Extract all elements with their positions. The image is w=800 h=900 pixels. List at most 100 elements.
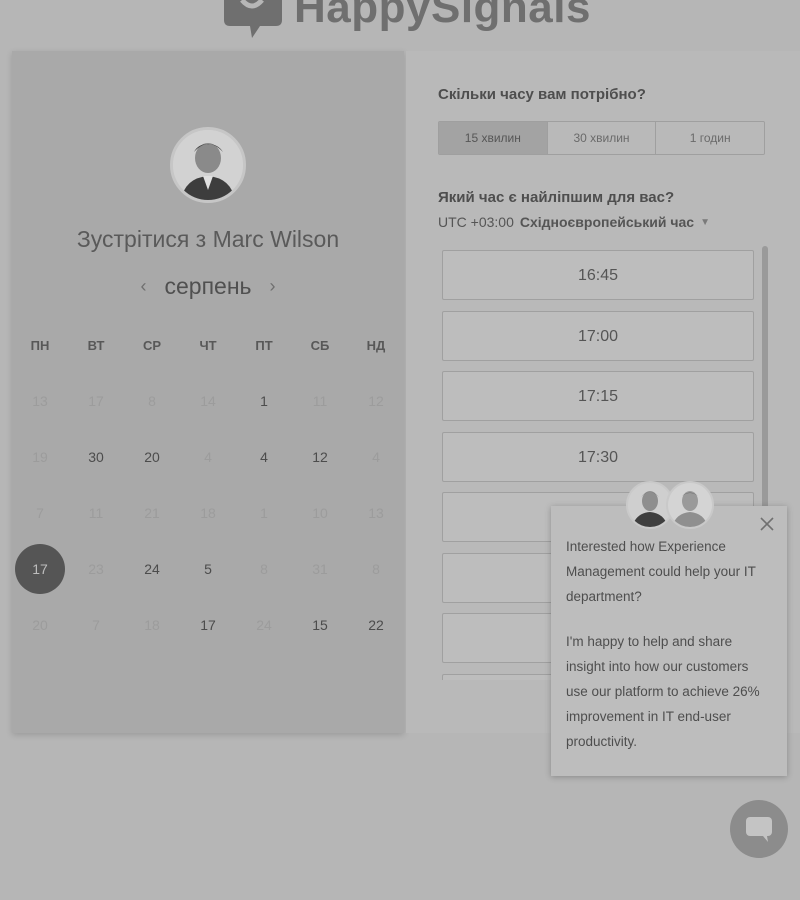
calendar-day-number: 23 bbox=[88, 561, 104, 577]
calendar-day-number: 24 bbox=[256, 617, 272, 633]
calendar-day: 1 bbox=[236, 488, 292, 538]
time-slot[interactable]: 17:00 bbox=[442, 310, 754, 361]
calendar-day: 8 bbox=[348, 544, 404, 594]
calendar-day-number: 7 bbox=[92, 617, 100, 633]
duration-question: Скільки часу вам потрібно? bbox=[438, 86, 646, 103]
calendar-day-number: 12 bbox=[312, 449, 328, 465]
chat-message-2: I'm happy to help and share insight into… bbox=[566, 634, 760, 749]
calendar-day: 23 bbox=[68, 544, 124, 594]
chat-popup: Interested how Experience Management cou… bbox=[551, 506, 787, 776]
speech-bubble-heart-icon bbox=[220, 0, 284, 38]
calendar-day-number: 14 bbox=[200, 393, 216, 409]
time-slot[interactable]: 17:15 bbox=[442, 371, 754, 421]
calendar-day-number: 17 bbox=[88, 393, 104, 409]
duration-option-30[interactable]: 30 хвилин bbox=[547, 122, 657, 154]
calendar-day-number: 17 bbox=[200, 617, 216, 633]
chat-message-1: Interested how Experience Management cou… bbox=[566, 539, 756, 604]
calendar-day: 18 bbox=[124, 600, 180, 650]
calendar-day-selected[interactable]: 17 bbox=[12, 544, 68, 594]
calendar-day-number: 7 bbox=[36, 505, 44, 521]
weekday-label: СР bbox=[142, 338, 162, 353]
time-slot[interactable]: 16:45 bbox=[442, 250, 754, 300]
timezone-selector[interactable]: UTC +03:00 Східноєвропейський час ▼ bbox=[438, 214, 710, 230]
calendar-grid: ПН ВТ СР ЧТ ПТ СБ НД 13 17 8 14 1 11 12 19 30 20 4… bbox=[12, 331, 404, 653]
weekday-label: ЧТ bbox=[199, 338, 217, 353]
calendar-day: 8 bbox=[236, 544, 292, 594]
calendar-day: 7 bbox=[68, 600, 124, 650]
calendar-day: 13 bbox=[348, 488, 404, 538]
calendar-day-number: 20 bbox=[144, 449, 160, 465]
weekday-label: ВТ bbox=[87, 338, 105, 353]
calendar-day-number: 10 bbox=[312, 505, 328, 521]
duration-option-60[interactable]: 1 годин bbox=[656, 122, 764, 154]
calendar-day-number: 12 bbox=[368, 393, 384, 409]
calendar-day: 12 bbox=[348, 376, 404, 426]
calendar-day-number: 1 bbox=[260, 505, 268, 521]
calendar-day[interactable]: 1 bbox=[236, 376, 292, 426]
calendar-week-row: 7 11 21 18 1 10 13 bbox=[12, 485, 404, 541]
host-name: Marc Wilson bbox=[212, 226, 340, 252]
calendar-panel: Зустрітися з Marc Wilson ‹ серпень › ПН … bbox=[12, 51, 404, 733]
calendar-day-number: 8 bbox=[372, 561, 380, 577]
calendar-day-number: 21 bbox=[144, 505, 160, 521]
calendar-day: 4 bbox=[348, 432, 404, 482]
calendar-day: 20 bbox=[12, 600, 68, 650]
calendar-day[interactable]: 24 bbox=[124, 544, 180, 594]
duration-selector: 15 хвилин 30 хвилин 1 годин bbox=[438, 121, 765, 155]
calendar-day-number: 11 bbox=[312, 393, 328, 409]
calendar-day[interactable]: 20 bbox=[124, 432, 180, 482]
chat-bubble-icon bbox=[746, 817, 772, 842]
calendar-week-row: 13 17 8 14 1 11 12 bbox=[12, 373, 404, 429]
calendar-day[interactable]: 4 bbox=[236, 432, 292, 482]
calendar-day-number: 11 bbox=[88, 505, 104, 521]
calendar-day-number: 30 bbox=[88, 449, 104, 465]
calendar-day[interactable]: 30 bbox=[68, 432, 124, 482]
calendar-day-number: 13 bbox=[368, 505, 384, 521]
meeting-title: Зустрітися з Marc Wilson bbox=[12, 226, 404, 253]
calendar-day-number: 13 bbox=[32, 393, 48, 409]
calendar-day: 11 bbox=[68, 488, 124, 538]
month-navigation: ‹ серпень › bbox=[12, 273, 404, 300]
calendar-day: 31 bbox=[292, 544, 348, 594]
calendar-day-number: 5 bbox=[204, 561, 212, 577]
calendar-day: 11 bbox=[292, 376, 348, 426]
calendar-day-number: 19 bbox=[32, 449, 48, 465]
close-icon[interactable] bbox=[757, 514, 777, 534]
calendar-day: 24 bbox=[236, 600, 292, 650]
weekday-label: ПТ bbox=[255, 338, 273, 353]
calendar-day-number: 8 bbox=[260, 561, 268, 577]
duration-option-15[interactable]: 15 хвилин bbox=[439, 122, 548, 154]
time-slot[interactable]: 17:30 bbox=[442, 431, 754, 482]
calendar-day[interactable]: 12 bbox=[292, 432, 348, 482]
brand-name: HappySignals bbox=[294, 0, 591, 32]
chat-launcher-button[interactable] bbox=[730, 800, 788, 858]
time-question: Який час є найліпшим для вас? bbox=[438, 189, 675, 206]
brand-header: HappySignals bbox=[220, 0, 591, 38]
calendar-day[interactable]: 17 bbox=[180, 600, 236, 650]
timezone-offset: UTC +03:00 bbox=[438, 214, 514, 230]
host-avatar bbox=[170, 127, 246, 203]
calendar-day: 7 bbox=[12, 488, 68, 538]
calendar-week-row: 17 23 24 5 8 31 8 bbox=[12, 541, 404, 597]
calendar-day: 8 bbox=[124, 376, 180, 426]
calendar-day-number: 17 bbox=[15, 544, 65, 594]
calendar-day-number: 31 bbox=[312, 561, 328, 577]
calendar-day-number: 1 bbox=[260, 393, 268, 409]
calendar-day: 13 bbox=[12, 376, 68, 426]
calendar-day-number: 22 bbox=[368, 617, 384, 633]
calendar-day: 17 bbox=[68, 376, 124, 426]
meet-prefix: Зустрітися з bbox=[76, 226, 207, 252]
chevron-left-icon[interactable]: ‹ bbox=[140, 276, 146, 297]
calendar-day-number: 15 bbox=[312, 617, 328, 633]
weekday-label: СБ bbox=[310, 338, 330, 353]
calendar-day[interactable]: 15 bbox=[292, 600, 348, 650]
calendar-day[interactable]: 22 bbox=[348, 600, 404, 650]
chevron-right-icon[interactable]: › bbox=[270, 276, 276, 297]
agent-avatar bbox=[666, 481, 714, 529]
calendar-day-number: 4 bbox=[204, 449, 212, 465]
calendar-day-number: 4 bbox=[260, 449, 268, 465]
calendar-day[interactable]: 5 bbox=[180, 544, 236, 594]
calendar-day-number: 8 bbox=[148, 393, 156, 409]
weekday-label: ПН bbox=[30, 338, 50, 353]
calendar-day: 4 bbox=[180, 432, 236, 482]
